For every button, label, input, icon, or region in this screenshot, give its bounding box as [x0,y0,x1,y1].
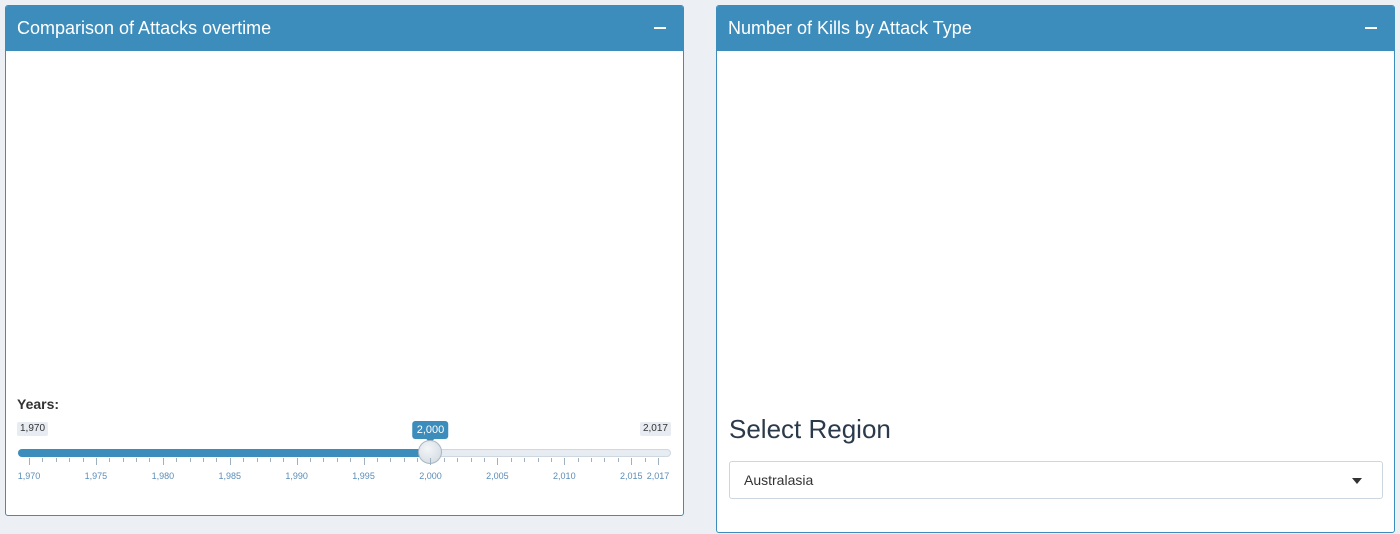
slider-tick-label: 1,970 [17,471,41,481]
slider-tick [510,458,512,462]
box-header: Comparison of Attacks overtime [6,6,683,51]
slider-tick [644,458,646,462]
slider-tick [497,458,499,465]
slider-fill [18,449,431,457]
slider-tick-label: 2,005 [486,471,509,481]
slider-tick [176,458,178,462]
slider-tick-label: 2,015 [619,471,643,481]
box-title: Comparison of Attacks overtime [17,18,272,38]
box-title: Number of Kills by Attack Type [728,18,972,38]
slider-tick [336,458,338,462]
slider-tick [42,458,44,462]
slider-tick [216,458,218,462]
slider-tick-label: 2,000 [419,471,442,481]
slider-ticks: 1,970 1,975 1,980 1,985 1,990 1,995 2,000 2,005… [6,458,683,488]
slider-tick [122,458,124,462]
slider-tick [417,458,419,462]
slider-tick [149,458,151,462]
slider-tick-label: 2,010 [553,471,576,481]
collapse-icon[interactable] [645,14,675,42]
slider-tick [604,458,606,462]
slider-tick [443,458,445,462]
years-slider-label: Years: [17,396,60,412]
slider-tick [524,458,526,462]
slider-tick [484,458,486,462]
slider-tick [323,458,325,462]
collapse-icon[interactable] [1356,14,1386,42]
slider-tick [350,458,352,462]
slider-tick [269,458,271,462]
slider-tick [591,458,593,462]
slider-tick [537,458,539,462]
slider-tick [457,458,459,462]
slider-tick-label: 1,975 [84,471,108,481]
slider-tick [55,458,57,462]
slider-tick-label: 1,995 [352,471,375,481]
slider-tick [95,458,97,465]
slider-tick [403,458,405,462]
slider-tick [564,458,566,465]
slider-tick [376,458,378,462]
slider-tick-label: 1,990 [285,471,308,481]
slider-tick [658,458,659,465]
slider-tick [283,458,285,462]
slider-tick [162,458,164,465]
slider-tick [430,458,432,465]
slider-tick [470,458,472,462]
slider-tick [256,458,258,462]
slider-tick [189,458,191,462]
slider-tick [310,458,312,462]
slider-tick-label: 1,980 [151,471,175,481]
slider-tick-label: 2,017 [646,471,670,481]
slider-tick [82,458,84,462]
slider-tick [617,458,619,462]
slider-tick [550,458,552,462]
slider-tick [631,458,633,465]
slider-min-label: 1,970 [17,422,49,436]
attacks-overtime-box: Comparison of Attacks overtime Years: 1,… [5,5,684,516]
kills-by-attack-type-box: Number of Kills by Attack Type Select Re… [716,5,1395,533]
slider-tick [363,458,365,465]
slider-tick [243,458,245,462]
slider-tick [577,458,579,462]
slider-tick [29,458,30,465]
slider-value-label: 2,000 [412,421,449,443]
box-header: Number of Kills by Attack Type [717,6,1394,51]
slider-tick [390,458,392,462]
caret-down-icon [1352,478,1362,484]
slider-tick [136,458,138,462]
slider-tick [296,458,298,465]
slider-tick-label: 1,985 [218,471,241,481]
slider-tick [229,458,231,465]
region-select[interactable]: Australasia [729,461,1383,499]
slider-tick [202,458,204,462]
select-region-label: Select Region [729,414,891,444]
slider-tick [109,458,111,462]
region-select-value: Australasia [744,472,814,488]
slider-max-label: 2,017 [639,422,671,436]
slider-tick [69,458,71,462]
